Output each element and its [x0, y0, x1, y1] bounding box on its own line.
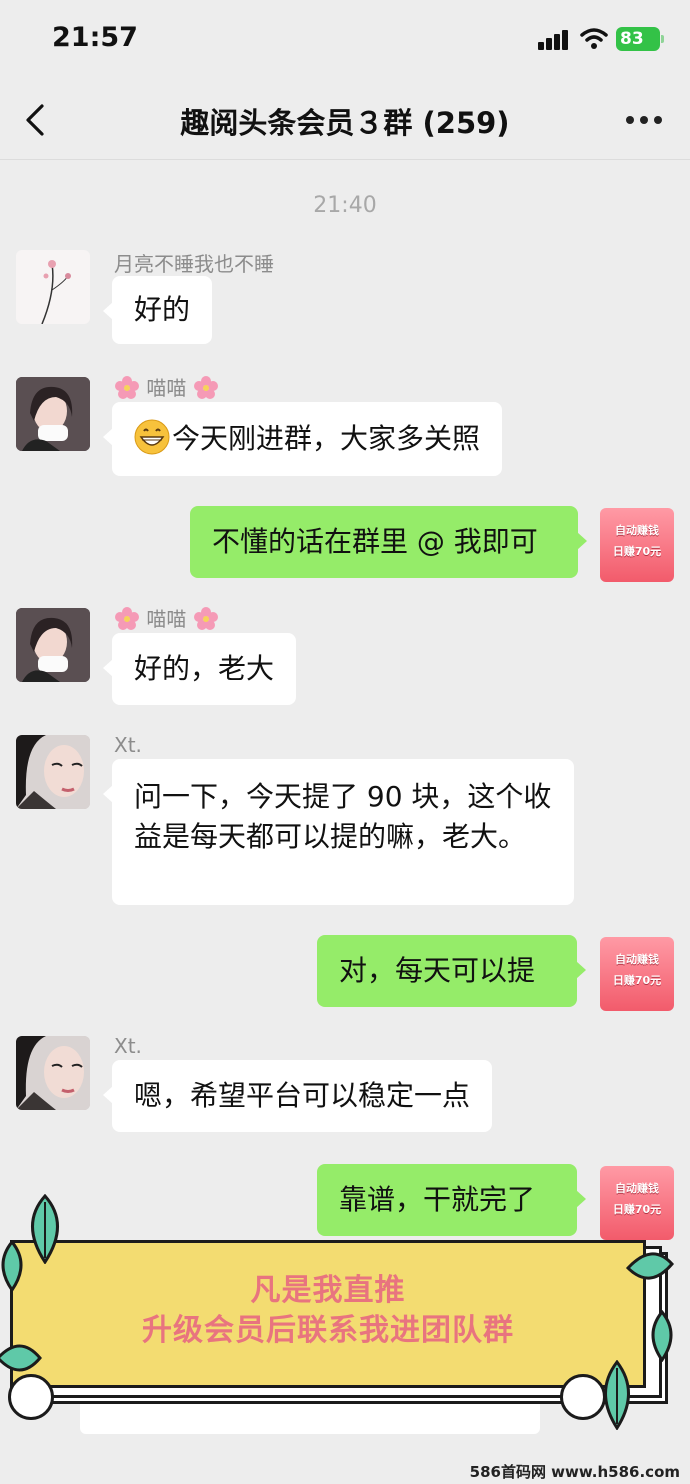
avatar-portrait — [16, 735, 90, 809]
sender-name: Xt. — [114, 1034, 142, 1058]
message-timestamp: 21:40 — [313, 193, 377, 218]
leaf-icon — [604, 1360, 630, 1430]
cherry-blossom-icon — [193, 607, 218, 630]
sender-name: Xt. — [114, 733, 142, 757]
banner-card: 凡是我直推 升级会员后联系我进团队群 — [10, 1240, 646, 1388]
message-bubble[interactable]: 好的 — [102, 276, 213, 344]
wifi-icon — [580, 28, 608, 49]
self-avatar-line1: 自动赚钱 — [615, 524, 659, 537]
leaf-icon — [651, 1310, 673, 1362]
message-row: Xt. 嗯，希望平台可以稳定一点 — [0, 1034, 690, 1140]
more-options-icon[interactable] — [626, 116, 662, 124]
message-bubble[interactable]: 问一下，今天提了 90 块，这个收益是每天都可以提的嘛，老大。 — [103, 759, 574, 905]
banner-line-1: 凡是我直推 — [250, 1273, 406, 1308]
avatar[interactable] — [16, 1036, 90, 1110]
avatar-portrait — [16, 377, 90, 451]
avatar-portrait — [16, 1036, 90, 1110]
avatar[interactable] — [16, 608, 90, 682]
cherry-blossom-icon — [115, 376, 139, 399]
battery-icon: 83 — [616, 27, 664, 51]
sender-name-text: 喵喵 — [146, 376, 187, 400]
grinning-face-icon — [134, 419, 170, 455]
message-bubble[interactable]: 好的，老大 — [102, 633, 297, 705]
avatar[interactable] — [16, 735, 90, 809]
circle-icon — [8, 1374, 54, 1420]
message-row: 对，每天可以提 自动赚钱 日赚70元 — [0, 935, 690, 1015]
cherry-blossom-icon — [193, 376, 218, 399]
status-bar: 21:57 83 — [0, 0, 690, 80]
cherry-blossom-icon — [115, 607, 139, 630]
self-avatar-line2: 日赚70元 — [612, 545, 662, 558]
message-bubble[interactable]: 嗯，希望平台可以稳定一点 — [102, 1060, 493, 1132]
self-avatar-line2: 日赚70元 — [612, 974, 662, 987]
message-bubble[interactable]: 不懂的话在群里 @ 我即可 — [190, 506, 587, 578]
message-row: 不懂的话在群里 @ 我即可 自动赚钱 日赚70元 — [0, 506, 690, 586]
status-time: 21:57 — [52, 22, 138, 53]
message-row: 喵喵 今天刚进群，大家多关照 — [0, 372, 690, 484]
watermark: 586首码网 www.h586.com — [469, 1463, 680, 1481]
message-bubble[interactable]: 今天刚进群，大家多关照 — [102, 402, 503, 476]
message-bubble[interactable]: 对，每天可以提 — [317, 935, 586, 1007]
leaf-icon — [1, 1240, 23, 1292]
message-row: 月亮不睡我也不睡 好的 — [0, 248, 690, 358]
sender-name: 月亮不睡我也不睡 — [114, 252, 274, 276]
sender-name: 喵喵 — [114, 372, 219, 401]
leaf-icon — [0, 1344, 42, 1372]
avatar-portrait — [16, 608, 90, 682]
battery-level: 83 — [620, 29, 644, 49]
self-avatar[interactable]: 自动赚钱 日赚70元 — [600, 508, 674, 582]
promo-banner: 凡是我直推 升级会员后联系我进团队群 — [0, 1160, 690, 1430]
chat-title: 趣阅头条会员３群 (259) — [180, 106, 510, 140]
sender-name-text: 喵喵 — [146, 607, 187, 631]
message-row: Xt. 问一下，今天提了 90 块，这个收益是每天都可以提的嘛，老大。 — [0, 733, 690, 909]
sender-name: 喵喵 — [114, 603, 219, 632]
avatar[interactable] — [16, 250, 90, 324]
leaf-icon — [626, 1252, 674, 1280]
avatar[interactable] — [16, 377, 90, 451]
self-avatar[interactable]: 自动赚钱 日赚70元 — [600, 937, 674, 1011]
message-row: 喵喵 好的，老大 — [0, 603, 690, 707]
message-text: 今天刚进群，大家多关照 — [172, 422, 481, 455]
banner-line-2: 升级会员后联系我进团队群 — [142, 1313, 514, 1348]
flower-branch-icon — [41, 260, 71, 324]
signal-icon — [538, 30, 570, 50]
self-avatar-line1: 自动赚钱 — [615, 953, 659, 966]
chat-header: 趣阅头条会员３群 (259) — [0, 80, 690, 160]
